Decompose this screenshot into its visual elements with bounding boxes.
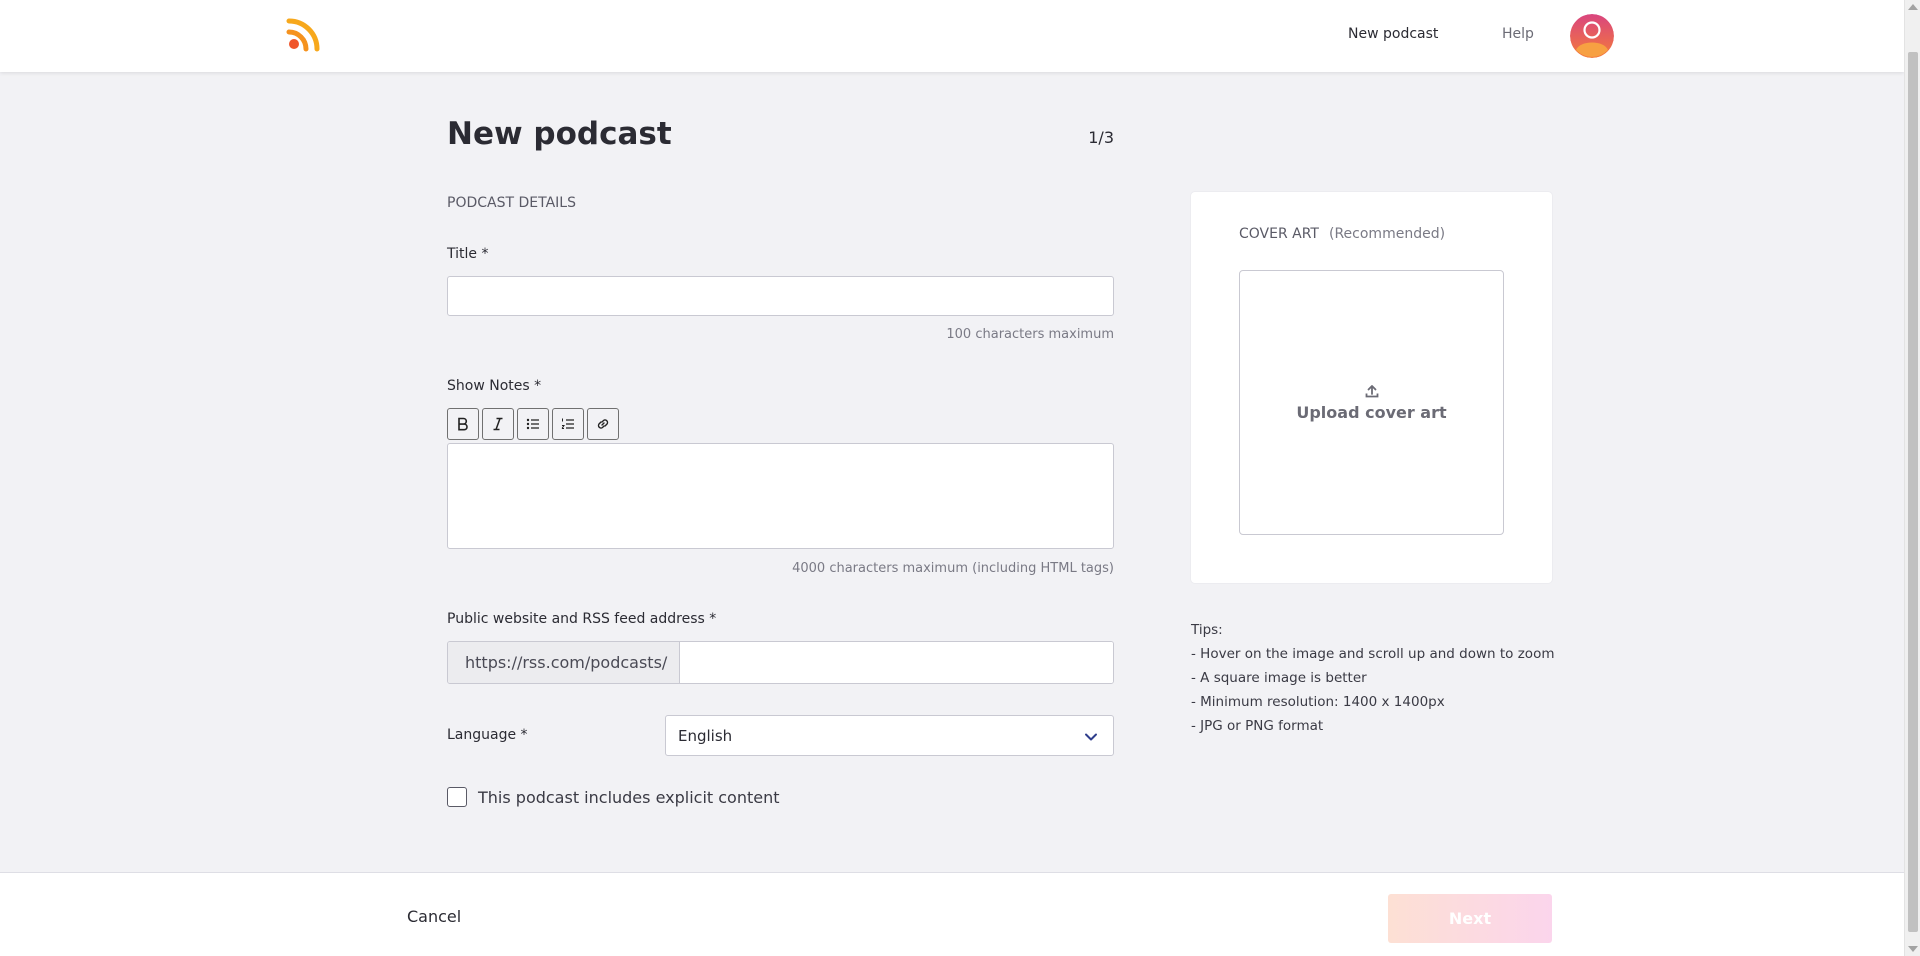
next-button[interactable]: Next	[1388, 894, 1552, 943]
notes-hint: 4000 characters maximum (including HTML …	[792, 561, 1114, 576]
title-label: Title *	[447, 246, 489, 262]
required-mark: *	[481, 246, 489, 262]
cover-art-card: COVER ART (Recommended) Upload cover art	[1191, 192, 1552, 583]
bullet-list-button[interactable]	[517, 408, 549, 440]
url-prefix: https://rss.com/podcasts/	[448, 642, 680, 683]
nav-help[interactable]: Help	[1502, 26, 1534, 42]
explicit-checkbox[interactable]	[447, 787, 467, 807]
top-header: New podcast Help	[0, 0, 1904, 72]
upload-cover-art-label: Upload cover art	[1296, 403, 1447, 422]
language-label: Language *	[447, 727, 528, 743]
cover-art-tips: Tips: - Hover on the image and scroll up…	[1191, 618, 1554, 738]
required-mark: *	[709, 611, 717, 627]
required-mark: *	[520, 727, 528, 743]
language-selected-value: English	[678, 726, 733, 745]
step-indicator: 1/3	[1088, 128, 1114, 147]
url-slug-input[interactable]	[680, 642, 1113, 683]
cover-art-recommended: (Recommended)	[1329, 226, 1446, 242]
bold-button[interactable]	[447, 408, 479, 440]
cancel-button[interactable]: Cancel	[407, 907, 461, 926]
tip-item: - Minimum resolution: 1400 x 1400px	[1191, 694, 1445, 710]
tip-item: - JPG or PNG format	[1191, 718, 1324, 734]
page-title: New podcast	[447, 116, 672, 152]
language-select[interactable]: English	[665, 715, 1114, 756]
show-notes-editor[interactable]	[447, 443, 1114, 549]
chevron-down-icon	[1085, 733, 1097, 741]
scroll-thumb[interactable]	[1908, 52, 1918, 932]
title-hint: 100 characters maximum	[946, 327, 1114, 342]
scroll-up-icon[interactable]	[1908, 4, 1918, 10]
link-icon	[597, 419, 609, 429]
numbered-list-button[interactable]	[552, 408, 584, 440]
required-mark: *	[534, 378, 542, 394]
explicit-checkbox-label[interactable]: This podcast includes explicit content	[478, 788, 780, 807]
scroll-down-icon[interactable]	[1908, 946, 1918, 952]
title-input[interactable]	[447, 276, 1114, 316]
italic-icon	[493, 417, 503, 431]
cover-art-title: COVER ART (Recommended)	[1239, 226, 1446, 242]
italic-button[interactable]	[482, 408, 514, 440]
notes-toolbar	[447, 408, 619, 440]
tips-heading: Tips:	[1191, 622, 1223, 638]
rss-icon[interactable]	[286, 16, 322, 52]
cover-art-upload-zone[interactable]: Upload cover art	[1239, 270, 1504, 535]
nav-new-podcast[interactable]: New podcast	[1348, 26, 1438, 42]
tip-item: - Hover on the image and scroll up and d…	[1191, 646, 1555, 662]
bullet-list-icon	[526, 418, 539, 430]
upload-icon	[1365, 385, 1378, 398]
footer-bar: Cancel Next	[0, 872, 1904, 956]
url-field-group: https://rss.com/podcasts/	[447, 641, 1114, 684]
tip-item: - A square image is better	[1191, 670, 1367, 686]
url-label: Public website and RSS feed address *	[447, 611, 717, 627]
link-button[interactable]	[587, 408, 619, 440]
section-label: PODCAST DETAILS	[447, 195, 576, 211]
user-avatar-icon[interactable]	[1570, 14, 1614, 58]
bold-icon	[458, 417, 468, 431]
page-scrollbar[interactable]	[1904, 0, 1920, 956]
notes-label: Show Notes *	[447, 378, 542, 394]
numbered-list-icon	[561, 418, 574, 429]
